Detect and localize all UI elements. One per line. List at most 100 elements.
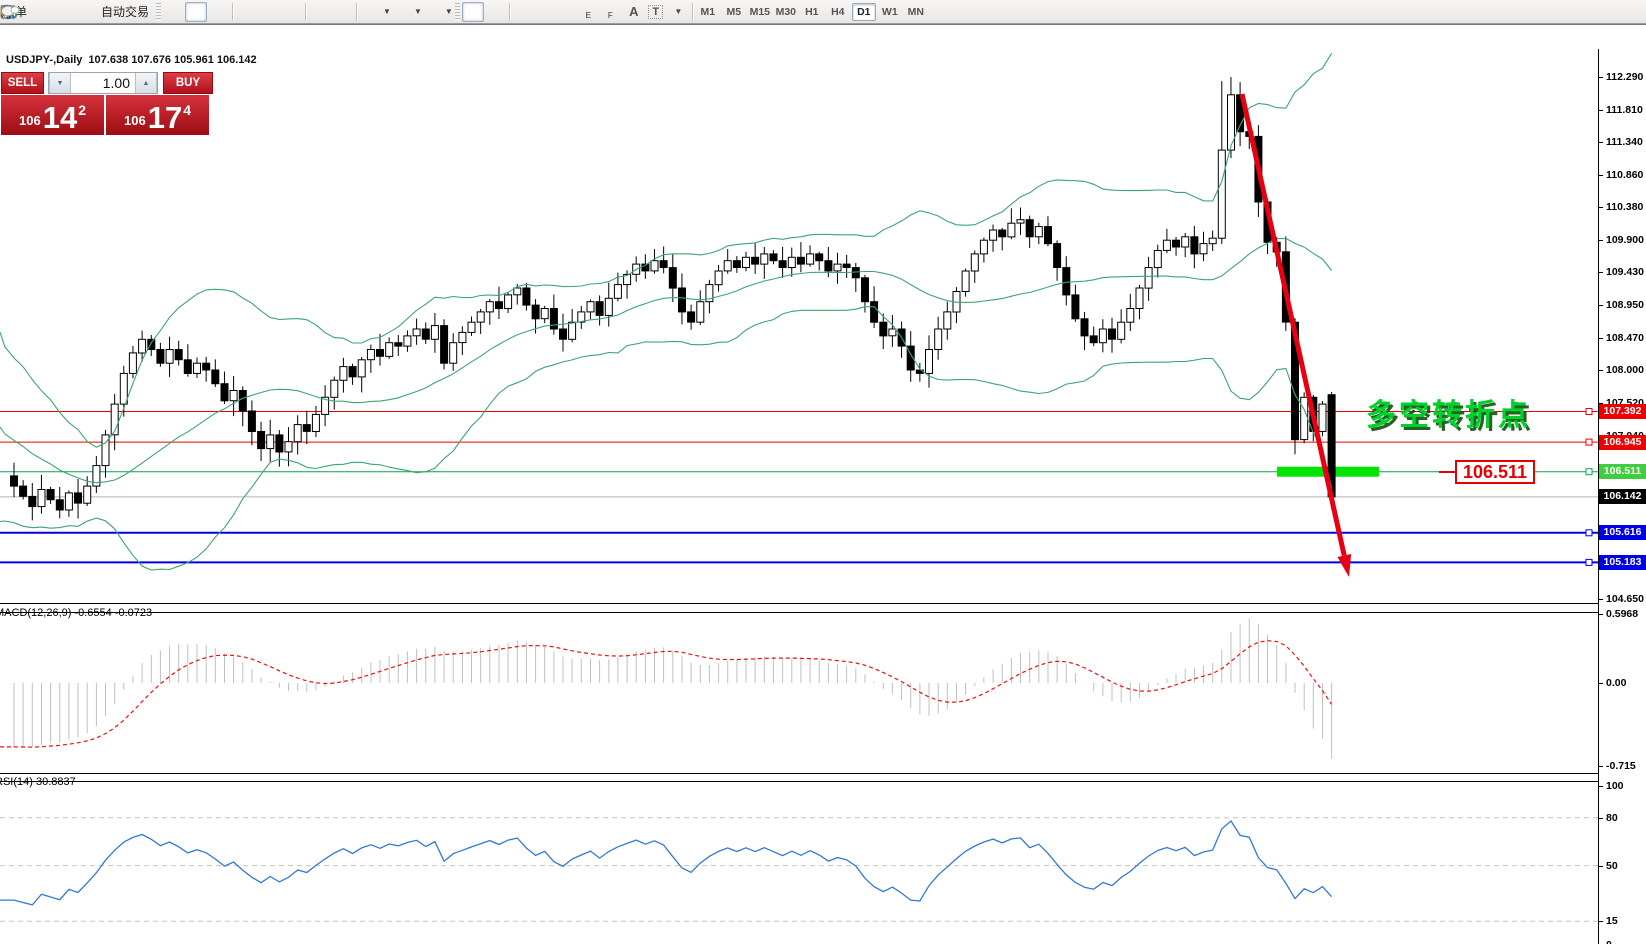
macd-panel-canvas[interactable]: [0, 611, 1598, 773]
price-chart-canvas[interactable]: [0, 49, 1598, 603]
chat-button[interactable]: [1620, 2, 1642, 22]
candle-up: [340, 367, 347, 381]
price-badge-105.183[interactable]: 105.183: [1599, 555, 1646, 570]
bar-chart-mode-button[interactable]: [163, 2, 185, 22]
line-endpoint-marker[interactable]: [1586, 469, 1592, 475]
metaeditor-button[interactable]: [54, 2, 76, 22]
timeframe-button-H1[interactable]: H1: [800, 3, 824, 21]
periods-button[interactable]: [391, 2, 413, 22]
bollinger-lower-band[interactable]: [0, 307, 1332, 570]
timeframe-button-MN[interactable]: MN: [904, 3, 928, 21]
rsi-tick-label: 15: [1606, 915, 1618, 927]
candle-down: [871, 302, 878, 323]
line-endpoint-marker[interactable]: [1586, 559, 1592, 565]
bollinger-middle-band[interactable]: [0, 238, 1332, 482]
timeframe-button-M30[interactable]: M30: [774, 3, 798, 21]
line-chart-mode-button[interactable]: [207, 2, 229, 22]
candlestick-mode-button[interactable]: [185, 2, 207, 22]
timeframe-button-H4[interactable]: H4: [826, 3, 850, 21]
templates-dropdown-arrow[interactable]: ▼: [445, 7, 453, 16]
volume-value[interactable]: 1.00: [71, 73, 135, 93]
timeframe-button-M1[interactable]: M1: [696, 3, 720, 21]
candle-down: [1045, 227, 1052, 244]
price-tick-label: 112.290: [1606, 71, 1643, 83]
search-button[interactable]: [1598, 2, 1620, 22]
line-endpoint-marker[interactable]: [1586, 530, 1592, 536]
candle-down: [779, 261, 786, 268]
sell-price-pips: 14: [43, 103, 77, 132]
trend-arrow-line[interactable]: [1242, 94, 1344, 556]
cursor-tool-button[interactable]: [462, 2, 484, 22]
sell-price-display[interactable]: 106 14 2: [1, 95, 104, 135]
crosshair-tool-button[interactable]: [484, 2, 506, 22]
price-badge-105.616[interactable]: 105.616: [1599, 525, 1646, 540]
zoom-out-button[interactable]: [258, 2, 280, 22]
channel-tool-button[interactable]: E: [579, 2, 601, 22]
vertical-line-tool-button[interactable]: [513, 2, 535, 22]
candle-down: [212, 370, 219, 384]
trendline-tool-button[interactable]: [557, 2, 579, 22]
horizontal-line-tool-button[interactable]: [535, 2, 557, 22]
chart-window-button[interactable]: [32, 2, 54, 22]
candle-up: [194, 363, 201, 373]
periods-dropdown-arrow[interactable]: ▼: [414, 7, 422, 16]
price-axis[interactable]: 112.290111.810111.340110.860110.380109.9…: [1598, 49, 1646, 944]
line-endpoint-marker[interactable]: [1586, 439, 1592, 445]
indicators-button[interactable]: [360, 2, 382, 22]
candle-down: [239, 391, 246, 412]
timeframe-button-M5[interactable]: M5: [722, 3, 746, 21]
rsi-line: [0, 821, 1332, 905]
rsi-tick-label: 80: [1606, 812, 1618, 824]
signals-button[interactable]: [76, 2, 98, 22]
candle-down: [276, 435, 283, 452]
sell-button[interactable]: SELL: [1, 72, 44, 94]
tile-windows-button[interactable]: [280, 2, 302, 22]
panel-splitter-macd[interactable]: [0, 603, 1646, 613]
candle-up: [807, 254, 814, 264]
candle-down: [1072, 295, 1079, 319]
indicators-dropdown-arrow[interactable]: ▼: [383, 7, 391, 16]
chart-shift-button[interactable]: [331, 2, 353, 22]
candle-up: [65, 493, 72, 510]
price-badge-106.945[interactable]: 106.945: [1599, 435, 1646, 450]
arrows-tool-button[interactable]: ▼: [667, 2, 689, 22]
candle-up: [139, 339, 146, 353]
candle-up: [715, 271, 722, 285]
buy-price-display[interactable]: 106 17 4: [106, 95, 209, 135]
text-tool-letter: A: [629, 4, 638, 19]
price-badge-106.142[interactable]: 106.142: [1599, 489, 1646, 504]
volume-decrease-button[interactable]: ▼: [49, 73, 71, 93]
annotation-connector: [1439, 471, 1455, 473]
templates-button[interactable]: [422, 2, 444, 22]
autotrading-button[interactable]: 自动交易: [98, 2, 154, 22]
timeframe-button-W1[interactable]: W1: [878, 3, 902, 21]
candle-down: [523, 288, 530, 305]
price-badge-106.511[interactable]: 106.511: [1599, 464, 1646, 479]
text-label-tool-button[interactable]: T: [645, 2, 667, 22]
fibonacci-tool-button[interactable]: F: [601, 2, 623, 22]
toolbar-right-icons: [1598, 2, 1642, 22]
line-endpoint-marker[interactable]: [1586, 409, 1592, 415]
support-price-annotation[interactable]: 106.511: [1455, 460, 1535, 484]
panel-splitter-rsi[interactable]: [0, 773, 1646, 782]
candle-up: [230, 391, 237, 401]
candle-down: [11, 476, 18, 486]
candle-up: [605, 298, 612, 315]
candle-up: [889, 329, 896, 336]
candle-up: [450, 343, 457, 364]
timeframe-button-M15[interactable]: M15: [748, 3, 772, 21]
candle-down: [75, 493, 82, 503]
auto-scroll-button[interactable]: [309, 2, 331, 22]
turning-point-annotation[interactable]: 多空转折点: [1366, 390, 1531, 434]
rsi-panel-canvas[interactable]: [0, 780, 1598, 944]
text-tool-button[interactable]: A: [623, 2, 645, 22]
volume-increase-button[interactable]: ▲: [135, 73, 157, 93]
price-badge-107.392[interactable]: 107.392: [1599, 404, 1646, 419]
timeframe-button-D1[interactable]: D1: [852, 3, 876, 21]
zoom-in-button[interactable]: [236, 2, 258, 22]
rsi-tick-mark: [1599, 921, 1603, 922]
timeframe-bar: M1M5M15M30H1H4D1W1MN: [696, 3, 928, 21]
buy-button[interactable]: BUY: [163, 72, 213, 94]
candle-down: [1054, 244, 1061, 268]
candle-down: [733, 261, 740, 268]
